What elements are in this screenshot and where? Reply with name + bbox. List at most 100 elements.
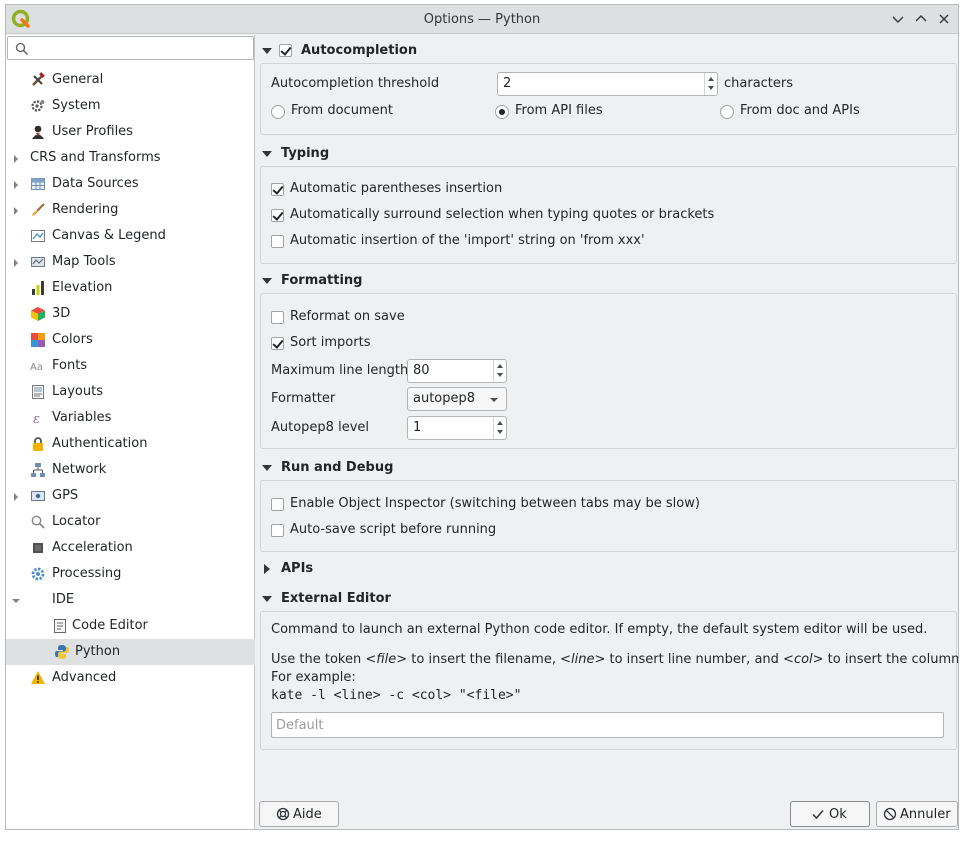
sidebar-item-authentication[interactable]: Authentication: [6, 431, 255, 457]
svg-text:ε: ε: [33, 412, 40, 426]
autocompletion-checkbox[interactable]: [279, 44, 292, 57]
object-inspector-checkbox[interactable]: [271, 498, 284, 511]
gps-icon: [30, 488, 46, 504]
sidebar-item-general[interactable]: General: [6, 67, 255, 93]
sidebar-item-gps[interactable]: GPS: [6, 483, 255, 509]
sidebar-item-canvas-legend[interactable]: Canvas & Legend: [6, 223, 255, 249]
expand-triangle-icon[interactable]: [261, 563, 273, 575]
section-title: Formatting: [281, 273, 363, 288]
formatter-combobox[interactable]: autopep8: [407, 387, 507, 411]
sidebar-item-crs-transforms[interactable]: CRS and Transforms: [6, 145, 255, 171]
collapse-arrow-icon[interactable]: [12, 595, 20, 605]
sidebar-item-map-tools[interactable]: Map Tools: [6, 249, 255, 275]
sidebar-item-label: Fonts: [52, 358, 88, 373]
search-input[interactable]: [34, 39, 249, 57]
options-sidebar: General System User Profiles CRS and Tra…: [6, 35, 255, 829]
authentication-icon: [30, 436, 46, 452]
sidebar-item-layouts[interactable]: Layouts: [6, 379, 255, 405]
search-box[interactable]: [7, 36, 254, 60]
sidebar-item-label: Data Sources: [52, 176, 139, 191]
sidebar-item-locator[interactable]: Locator: [6, 509, 255, 535]
sidebar-item-rendering[interactable]: Rendering: [6, 197, 255, 223]
reformat-on-save-checkbox[interactable]: [271, 311, 284, 324]
code-editor-icon: [52, 618, 68, 634]
minimize-icon[interactable]: [890, 11, 906, 27]
sidebar-item-ide[interactable]: IDE: [6, 587, 255, 613]
expand-arrow-icon[interactable]: [12, 205, 20, 215]
checkmark-icon: [811, 807, 825, 821]
collapse-triangle-icon[interactable]: [261, 45, 273, 57]
sidebar-item-fonts[interactable]: Aa Fonts: [6, 353, 255, 379]
section-title: APIs: [281, 561, 314, 576]
max-line-length-spinbox[interactable]: 80: [407, 359, 507, 383]
from-document-radio[interactable]: [271, 105, 285, 119]
sidebar-item-system[interactable]: System: [6, 93, 255, 119]
auto-import-checkbox[interactable]: [271, 235, 284, 248]
sidebar-item-advanced[interactable]: Advanced: [6, 665, 255, 691]
from-api-files-radio[interactable]: [495, 105, 509, 119]
python-icon: [54, 644, 70, 660]
threshold-spinbox[interactable]: 2: [497, 72, 718, 96]
sidebar-item-user-profiles[interactable]: User Profiles: [6, 119, 255, 145]
ok-button[interactable]: Ok: [790, 801, 870, 827]
auto-save-script-checkbox[interactable]: [271, 524, 284, 537]
collapse-triangle-icon[interactable]: [261, 593, 273, 605]
external-editor-command-field[interactable]: [271, 712, 944, 738]
typing-group: Automatic parentheses insertion Automati…: [260, 166, 957, 264]
sidebar-item-label: Authentication: [52, 436, 148, 451]
expand-arrow-icon[interactable]: [12, 491, 20, 501]
sidebar-item-data-sources[interactable]: Data Sources: [6, 171, 255, 197]
sidebar-item-processing[interactable]: Processing: [6, 561, 255, 587]
fonts-icon: Aa: [30, 358, 46, 374]
spinbox-arrows[interactable]: [704, 73, 717, 95]
sidebar-item-variables[interactable]: ε Variables: [6, 405, 255, 431]
elevation-icon: [30, 280, 46, 296]
sidebar-item-label: GPS: [52, 488, 79, 503]
cancel-icon: [883, 807, 897, 821]
external-editor-input[interactable]: [276, 716, 936, 734]
sidebar-item-python[interactable]: Python: [6, 639, 255, 665]
maximize-icon[interactable]: [913, 11, 929, 27]
checkbox-label: Automatic insertion of the 'import' stri…: [290, 233, 645, 248]
autocompletion-header[interactable]: Autocompletion: [261, 41, 951, 61]
help-button[interactable]: Aide: [259, 801, 339, 827]
system-icon: [30, 98, 46, 114]
external-editor-header[interactable]: External Editor: [261, 589, 951, 609]
expand-arrow-icon[interactable]: [12, 257, 20, 267]
external-editor-description: Command to launch an external Python cod…: [271, 622, 928, 637]
cancel-button[interactable]: Annuler: [876, 801, 958, 827]
collapse-triangle-icon[interactable]: [261, 148, 273, 160]
expand-arrow-icon[interactable]: [12, 153, 20, 163]
threshold-label: Autocompletion threshold: [271, 76, 440, 91]
collapse-triangle-icon[interactable]: [261, 462, 273, 474]
collapse-triangle-icon[interactable]: [261, 275, 273, 287]
sidebar-item-network[interactable]: Network: [6, 457, 255, 483]
from-doc-and-apis-radio[interactable]: [720, 105, 734, 119]
checkbox-label: Reformat on save: [290, 309, 405, 324]
token-col: <col>: [783, 652, 824, 667]
sidebar-item-elevation[interactable]: Elevation: [6, 275, 255, 301]
sidebar-item-3d[interactable]: 3D: [6, 301, 255, 327]
auto-surround-checkbox[interactable]: [271, 209, 284, 222]
formatting-header[interactable]: Formatting: [261, 271, 951, 291]
sidebar-item-acceleration[interactable]: Acceleration: [6, 535, 255, 561]
apis-header[interactable]: APIs: [261, 559, 951, 579]
layouts-icon: [30, 384, 46, 400]
autocompletion-group: Autocompletion threshold 2 characters Fr…: [260, 63, 957, 135]
close-icon[interactable]: [936, 11, 952, 27]
sidebar-item-label: Advanced: [52, 670, 117, 685]
auto-parentheses-checkbox[interactable]: [271, 183, 284, 196]
expand-arrow-icon[interactable]: [12, 179, 20, 189]
formatting-group: Reformat on save Sort imports Maximum li…: [260, 293, 957, 449]
spinbox-arrows[interactable]: [493, 360, 506, 382]
run-debug-group: Enable Object Inspector (switching betwe…: [260, 480, 957, 552]
network-icon: [30, 462, 46, 478]
typing-header[interactable]: Typing: [261, 144, 951, 164]
autopep8-level-spinbox[interactable]: 1: [407, 416, 507, 440]
sort-imports-checkbox[interactable]: [271, 337, 284, 350]
run-debug-header[interactable]: Run and Debug: [261, 458, 951, 478]
sidebar-item-code-editor[interactable]: Code Editor: [6, 613, 255, 639]
spinbox-arrows[interactable]: [493, 417, 506, 439]
combobox-value: autopep8: [413, 391, 476, 406]
sidebar-item-colors[interactable]: Colors: [6, 327, 255, 353]
